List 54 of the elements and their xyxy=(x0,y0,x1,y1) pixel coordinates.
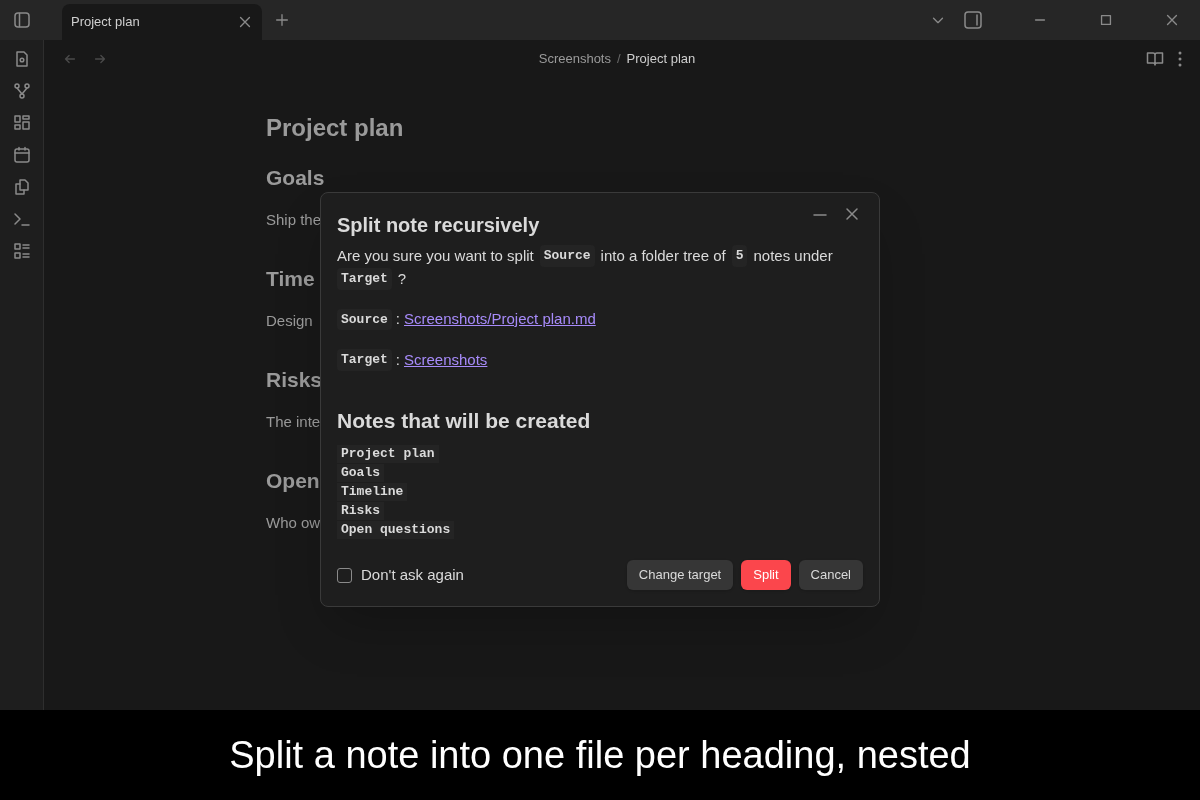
more-options-icon[interactable] xyxy=(1178,51,1182,67)
breadcrumb-folder[interactable]: Screenshots xyxy=(538,49,611,69)
paragraph: Who ow xyxy=(266,513,321,533)
close-icon[interactable] xyxy=(1164,12,1180,28)
section-heading: Notes that will be created xyxy=(337,408,591,434)
list-icon[interactable] xyxy=(12,242,31,260)
terminal-icon[interactable] xyxy=(12,210,31,228)
note-name: Timeline xyxy=(337,483,408,501)
caption: Split a note into one file per heading, nested xyxy=(229,736,971,774)
breadcrumb-note[interactable]: Project plan xyxy=(626,49,696,69)
dialog-title: Split note recursively xyxy=(337,213,540,238)
dialog-button[interactable]: Change target xyxy=(626,560,734,590)
inline-code: Target xyxy=(337,349,392,371)
tab-title: Project plan xyxy=(71,13,140,32)
tab[interactable]: Project plan xyxy=(62,4,262,40)
breadcrumb-separator: / xyxy=(617,50,621,69)
inline-code: Source xyxy=(337,308,392,330)
paragraph: Ship the xyxy=(266,210,322,230)
note-name: Project plan xyxy=(337,445,439,463)
calendar-icon[interactable] xyxy=(12,146,31,164)
dialog-button[interactable]: Cancel xyxy=(798,560,863,590)
checkbox[interactable] xyxy=(337,567,352,583)
note-name: Risks xyxy=(337,502,384,520)
section-heading: Goals xyxy=(266,165,325,191)
question-text: notes under xyxy=(753,246,833,266)
note-name: Open questions xyxy=(337,521,455,539)
inline-code: Source xyxy=(539,245,595,267)
grid-icon[interactable] xyxy=(12,114,31,132)
close-icon[interactable] xyxy=(843,205,861,223)
section-heading: Time xyxy=(266,266,315,292)
copy-icon[interactable] xyxy=(12,178,31,196)
question-text: into a folder tree of xyxy=(600,246,726,266)
link[interactable]: Screenshots xyxy=(404,348,488,371)
section-heading: Risks xyxy=(266,367,323,393)
book-icon[interactable] xyxy=(1146,50,1164,68)
graph-icon[interactable] xyxy=(12,82,31,100)
paragraph: Design xyxy=(266,311,313,331)
note-title: Project plan xyxy=(266,113,404,143)
sidebar-toggle-icon[interactable] xyxy=(13,11,31,29)
plus-icon[interactable] xyxy=(274,12,290,28)
inline-code: 5 xyxy=(731,245,748,267)
section-heading: Open xyxy=(266,468,320,494)
paragraph: The inte xyxy=(266,412,321,432)
sidebar-right-icon[interactable] xyxy=(964,11,982,29)
checkbox-label: Don't ask again xyxy=(361,564,464,585)
maximize-icon[interactable] xyxy=(1098,12,1114,28)
note-name: Goals xyxy=(337,464,384,482)
separator: : xyxy=(395,309,400,329)
separator: : xyxy=(395,349,400,370)
question-text: Are you sure you want to split xyxy=(337,246,534,266)
close-icon[interactable] xyxy=(237,14,253,30)
question-text: ? xyxy=(397,269,407,289)
inline-code: Target xyxy=(337,268,392,290)
link[interactable]: Screenshots/Project plan.md xyxy=(404,308,596,331)
